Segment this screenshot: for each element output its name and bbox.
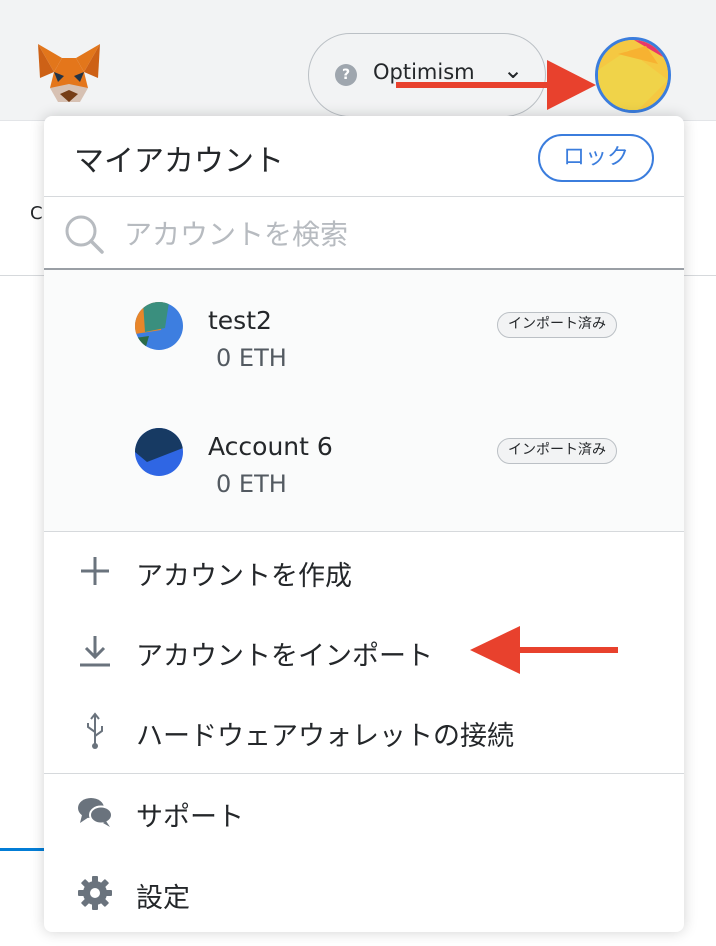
- imported-badge: インポート済み: [497, 312, 617, 338]
- account-balance: 0 ETH: [216, 470, 287, 498]
- usb-icon: [87, 712, 103, 749]
- metamask-fox-logo[interactable]: [34, 38, 104, 108]
- account-identicon: [135, 428, 183, 476]
- item-label: アカウントを作成: [136, 561, 352, 592]
- account-name: Account 6: [208, 432, 333, 461]
- search-input[interactable]: [122, 210, 646, 258]
- menu-title: マイアカウント: [74, 144, 284, 179]
- account-identicon: [135, 302, 183, 350]
- plus-icon: [81, 557, 109, 585]
- annotation-arrow-right: [396, 60, 596, 110]
- app-header: ? Optimism ⌄: [0, 0, 716, 121]
- account-list: test2 0 ETH インポート済み Account 6 0 ETH インポー…: [44, 270, 684, 532]
- account-item-account-6[interactable]: Account 6 0 ETH インポート済み: [44, 396, 684, 506]
- download-icon: [80, 636, 110, 667]
- search-icon: [65, 215, 104, 254]
- identicon: [598, 40, 668, 110]
- support-item[interactable]: サポート: [44, 777, 684, 847]
- background-text: C: [30, 203, 43, 224]
- lock-button[interactable]: ロック: [538, 134, 654, 182]
- connect-hardware-wallet-item[interactable]: ハードウェアウォレットの接続: [44, 696, 684, 766]
- annotation-arrow-left: [470, 626, 618, 674]
- account-name: test2: [208, 306, 272, 335]
- chat-bubbles-icon: [78, 798, 113, 827]
- account-item-test2[interactable]: test2 0 ETH インポート済み: [44, 270, 684, 380]
- account-menu-avatar[interactable]: [595, 37, 671, 113]
- divider: [44, 196, 684, 197]
- gear-icon: [78, 876, 112, 910]
- settings-item[interactable]: 設定: [44, 858, 684, 928]
- account-balance: 0 ETH: [216, 344, 287, 372]
- search-bar: [44, 198, 684, 270]
- item-label: ハードウェアウォレットの接続: [136, 721, 514, 752]
- item-label: アカウントをインポート: [136, 641, 433, 672]
- network-help-icon: ?: [335, 64, 357, 86]
- account-menu: マイアカウント ロック test2 0 ETH インポート済み: [44, 116, 684, 932]
- item-label: サポート: [136, 802, 244, 833]
- divider: [44, 531, 684, 532]
- divider: [44, 773, 684, 774]
- background-tab-indicator: [0, 848, 44, 851]
- create-account-item[interactable]: アカウントを作成: [44, 536, 684, 606]
- item-label: 設定: [136, 883, 190, 914]
- imported-badge: インポート済み: [497, 438, 617, 464]
